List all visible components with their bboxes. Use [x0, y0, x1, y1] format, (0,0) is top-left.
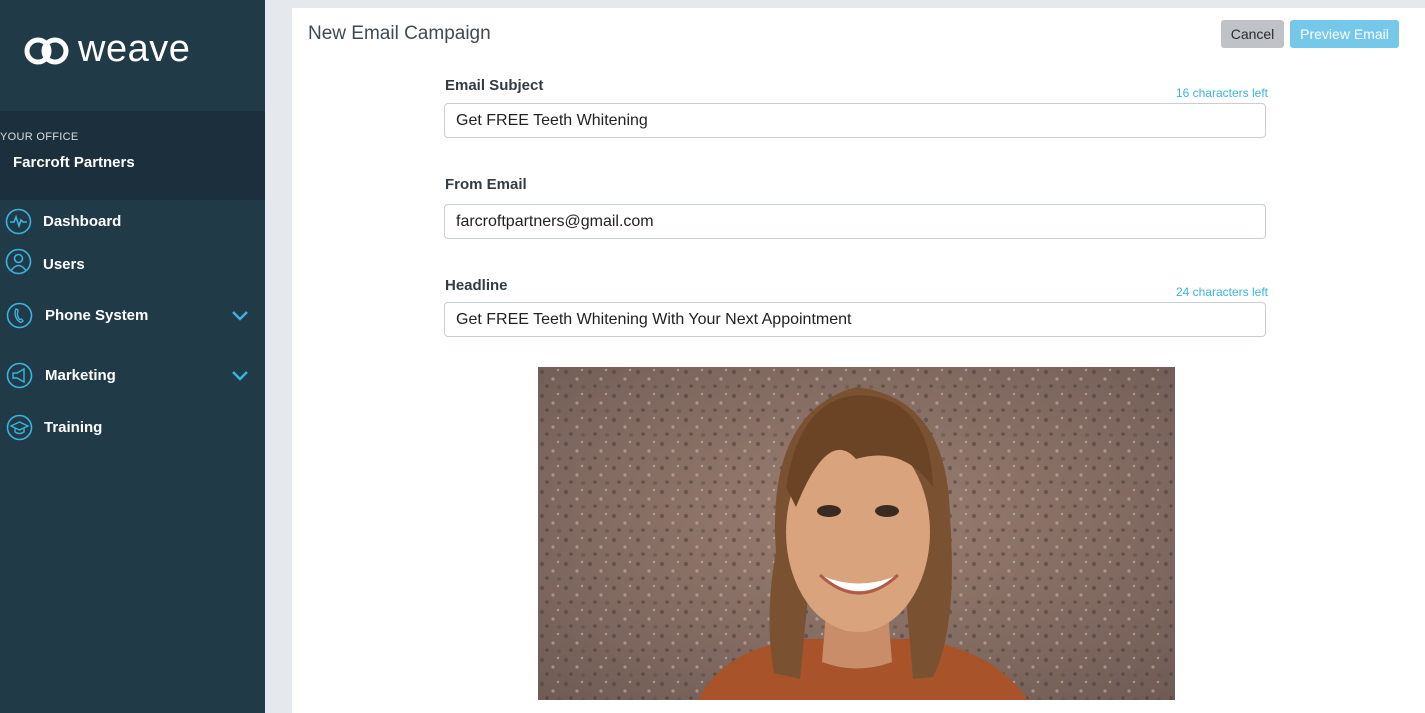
- megaphone-icon: [6, 362, 33, 389]
- email-subject-input[interactable]: [444, 103, 1266, 138]
- from-email-label: From Email: [445, 176, 527, 193]
- headline-input[interactable]: [444, 302, 1266, 337]
- sidebar: weave YOUR OFFICE Farcroft Partners Dash…: [0, 0, 265, 713]
- pulse-icon: [5, 208, 32, 235]
- headline-chars-left: 24 characters left: [1175, 285, 1268, 299]
- nav-label-dashboard: Dashboard: [43, 212, 122, 230]
- user-icon: [5, 248, 32, 275]
- preview-email-button[interactable]: Preview Email: [1290, 20, 1399, 48]
- nav-label-training: Training: [44, 418, 103, 436]
- subject-chars-left: 16 characters left: [1175, 86, 1268, 100]
- hero-image[interactable]: [538, 367, 1175, 700]
- cancel-button[interactable]: Cancel: [1221, 20, 1284, 48]
- from-email-input[interactable]: [444, 204, 1266, 239]
- nav-item-users[interactable]: Users: [0, 246, 265, 282]
- headline-label: Headline: [445, 277, 508, 294]
- nav-label-users: Users: [43, 255, 85, 273]
- office-name: Farcroft Partners: [13, 154, 135, 171]
- weave-logo[interactable]: weave: [24, 28, 190, 71]
- campaign-editor-panel: New Email Campaign Cancel Preview Email …: [292, 8, 1425, 713]
- phone-icon: [6, 302, 33, 329]
- nav-item-training[interactable]: Training: [0, 409, 265, 445]
- nav-label-phone-system: Phone System: [45, 306, 149, 324]
- nav-label-marketing: Marketing: [45, 366, 116, 384]
- email-subject-label: Email Subject: [445, 77, 544, 94]
- nav-item-phone-system[interactable]: Phone System: [0, 297, 265, 333]
- weave-logo-icon: [24, 37, 69, 64]
- chevron-down-icon[interactable]: [230, 308, 250, 322]
- nav-item-dashboard[interactable]: Dashboard: [0, 203, 265, 239]
- graduation-cap-icon: [6, 414, 33, 441]
- brand-name: weave: [78, 28, 191, 70]
- office-switcher[interactable]: YOUR OFFICE Farcroft Partners: [0, 111, 265, 200]
- nav-item-marketing[interactable]: Marketing: [0, 357, 265, 393]
- page-title: New Email Campaign: [308, 23, 491, 44]
- office-label: YOUR OFFICE: [0, 131, 79, 143]
- chevron-down-icon[interactable]: [230, 368, 250, 382]
- smiling-woman-photo: [538, 367, 1175, 700]
